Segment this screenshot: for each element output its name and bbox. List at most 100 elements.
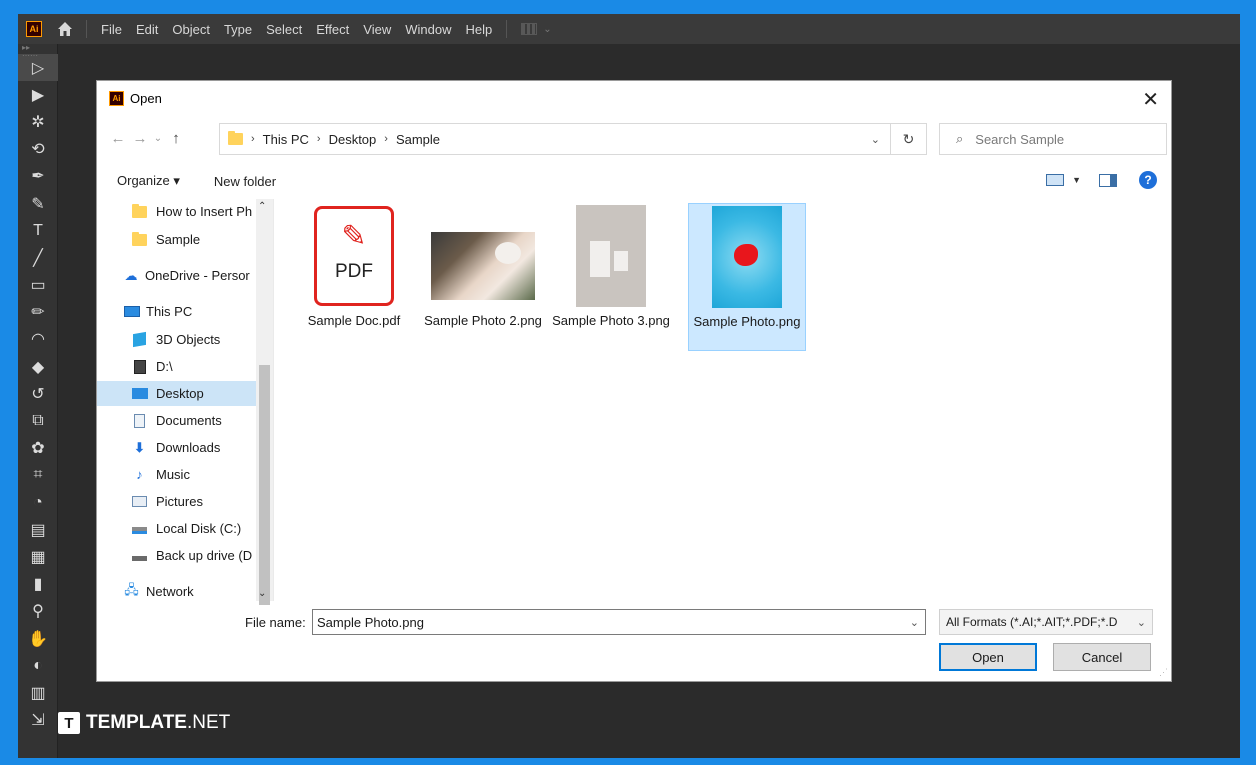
artboard-tool-icon[interactable]: ⇲ [18, 707, 58, 734]
panel-grip[interactable]: ▸▸ ⋯⋯ [18, 44, 57, 60]
blend-tool-icon[interactable]: ✋ [18, 625, 58, 652]
drive-icon [131, 549, 148, 563]
nav-item-d-drive[interactable]: D:\ [131, 354, 256, 379]
nav-item-local-disk[interactable]: Local Disk (C:) [131, 516, 256, 541]
puppet-warp-tool-icon[interactable]: ✿ [18, 435, 58, 462]
symbol-sprayer-tool-icon[interactable]: ◐ [18, 652, 58, 679]
cloud-icon: ☁ [124, 267, 138, 283]
gradient-tool-icon[interactable]: ▮ [18, 571, 58, 598]
chevron-down-icon[interactable]: ⌄ [910, 616, 919, 629]
lasso-tool-icon[interactable]: ⟲ [18, 136, 58, 163]
close-icon[interactable]: ✕ [1142, 87, 1159, 112]
nav-item-music[interactable]: ♪ Music [131, 462, 256, 487]
up-arrow-icon[interactable]: ↑ [165, 130, 187, 147]
nav-item-label: Desktop [156, 386, 204, 401]
eraser-tool-icon[interactable]: ◆ [18, 353, 58, 380]
shaper-tool-icon[interactable]: ◠ [18, 326, 58, 353]
help-icon[interactable]: ? [1139, 171, 1157, 189]
nav-item-downloads[interactable]: ⬇ Downloads [131, 435, 256, 460]
nav-pane-scrollbar[interactable]: ⌃ ⌄ [256, 199, 273, 605]
nav-item-pictures[interactable]: Pictures [131, 489, 256, 514]
file-item-sample-photo-3[interactable]: Sample Photo 3.png [552, 203, 670, 351]
breadcrumb-desktop[interactable]: Desktop [329, 132, 377, 147]
nav-item-this-pc[interactable]: This PC [123, 299, 256, 324]
menu-help[interactable]: Help [465, 22, 492, 37]
resize-grip-icon[interactable]: ⋰ [1159, 667, 1168, 678]
change-view-icon[interactable] [1046, 174, 1065, 186]
refresh-icon[interactable]: ↻ [891, 123, 927, 155]
nav-item-how-to-insert[interactable]: How to Insert Ph [131, 199, 256, 224]
back-arrow-icon[interactable]: ← [107, 130, 129, 147]
menu-select[interactable]: Select [266, 22, 302, 37]
new-folder-button[interactable]: New folder [214, 174, 276, 189]
organize-button[interactable]: Organize ▾ [117, 173, 180, 189]
breadcrumb-sample[interactable]: Sample [396, 132, 440, 147]
menu-type[interactable]: Type [224, 22, 252, 37]
scale-tool-icon[interactable]: ⧉ [18, 407, 58, 434]
menu-edit[interactable]: Edit [136, 22, 158, 37]
pane-divider[interactable] [273, 199, 274, 601]
chevron-down-icon[interactable]: ⌄ [258, 588, 266, 599]
rotate-tool-icon[interactable]: ↺ [18, 380, 58, 407]
pen-tool-icon[interactable]: ✒ [18, 163, 58, 190]
rectangle-tool-icon[interactable]: ▭ [18, 272, 58, 299]
chevron-up-icon[interactable]: ⌃ [258, 201, 266, 212]
file-name-field[interactable]: Sample Photo.png ⌄ [312, 609, 926, 635]
nav-item-3d-objects[interactable]: 3D Objects [131, 327, 256, 352]
folder-icon [131, 231, 148, 247]
nav-item-backup-drive[interactable]: Back up drive (D [131, 543, 256, 568]
menu-effect[interactable]: Effect [316, 22, 349, 37]
file-item-sample-doc[interactable]: ✎ PDF Sample Doc.pdf [295, 203, 413, 351]
column-graph-tool-icon[interactable]: ▥ [18, 679, 58, 706]
menu-file[interactable]: File [101, 22, 122, 37]
menu-window[interactable]: Window [405, 22, 451, 37]
menu-object[interactable]: Object [172, 22, 210, 37]
type-tool-icon[interactable]: T [18, 217, 58, 244]
chevron-down-icon[interactable]: ▼ [1072, 175, 1081, 185]
network-icon: 🖧 [124, 581, 139, 597]
breadcrumb-this-pc[interactable]: This PC [263, 132, 309, 147]
forward-arrow-icon[interactable]: → [129, 130, 151, 147]
chevron-down-icon: ⌄ [543, 23, 552, 35]
home-icon[interactable] [56, 20, 74, 38]
eyedropper-tool-icon[interactable]: ⚲ [18, 598, 58, 625]
chevron-right-icon: › [384, 133, 388, 145]
preview-pane-icon[interactable] [1099, 173, 1117, 187]
music-icon: ♪ [136, 467, 143, 482]
file-name: Sample Doc.pdf [307, 313, 401, 328]
menu-view[interactable]: View [363, 22, 391, 37]
open-dialog: Ai Open ✕ ← → ⌄ ↑ › This PC › Desktop › … [96, 80, 1172, 682]
paintbrush-tool-icon[interactable]: ✏ [18, 299, 58, 326]
watermark-text: TEMPLATE.NET [86, 712, 230, 734]
curvature-tool-icon[interactable]: ✎ [18, 190, 58, 217]
magic-wand-tool-icon[interactable]: ✲ [18, 108, 58, 135]
perspective-grid-tool-icon[interactable]: ▤ [18, 516, 58, 543]
direct-selection-tool-icon[interactable]: ▶ [18, 81, 58, 108]
watermark-brand-rest: .NET [186, 712, 231, 733]
search-input[interactable]: ⌕ Search Sample [939, 123, 1167, 155]
file-name-value: Sample Photo.png [317, 614, 424, 630]
line-tool-icon[interactable]: ╱ [18, 244, 58, 271]
free-transform-tool-icon[interactable]: ⌗ [18, 462, 58, 489]
folder-icon [228, 131, 243, 145]
open-button[interactable]: Open [939, 643, 1037, 671]
nav-item-documents[interactable]: Documents [131, 408, 256, 433]
nav-item-desktop[interactable]: Desktop [97, 381, 256, 406]
nav-item-onedrive[interactable]: ☁ OneDrive - Persor [123, 263, 256, 288]
chevron-down-icon[interactable]: ⌄ [871, 133, 880, 146]
shape-builder-tool-icon[interactable]: ◔ [18, 489, 58, 516]
nav-item-network[interactable]: 🖧 Network [123, 579, 256, 601]
navigation-row: ← → ⌄ ↑ › This PC › Desktop › Sample ⌄ ↻… [107, 123, 1167, 155]
mesh-tool-icon[interactable]: ▦ [18, 543, 58, 570]
address-bar[interactable]: › This PC › Desktop › Sample ⌄ [219, 123, 891, 155]
file-item-sample-photo-2[interactable]: Sample Photo 2.png [424, 203, 542, 351]
file-item-sample-photo[interactable]: Sample Photo.png [688, 203, 806, 351]
file-type-select[interactable]: All Formats (*.AI;*.AIT;*.PDF;*.D ⌄ [939, 609, 1153, 635]
nav-item-sample[interactable]: Sample [131, 227, 256, 252]
illustrator-logo: Ai [109, 91, 124, 106]
recent-locations-icon[interactable]: ⌄ [151, 133, 165, 144]
cancel-button[interactable]: Cancel [1053, 643, 1151, 671]
workspace-switcher[interactable]: ⌄ [521, 23, 552, 35]
scrollbar-thumb[interactable] [259, 365, 270, 605]
acrobat-icon: ✎ [341, 219, 367, 253]
